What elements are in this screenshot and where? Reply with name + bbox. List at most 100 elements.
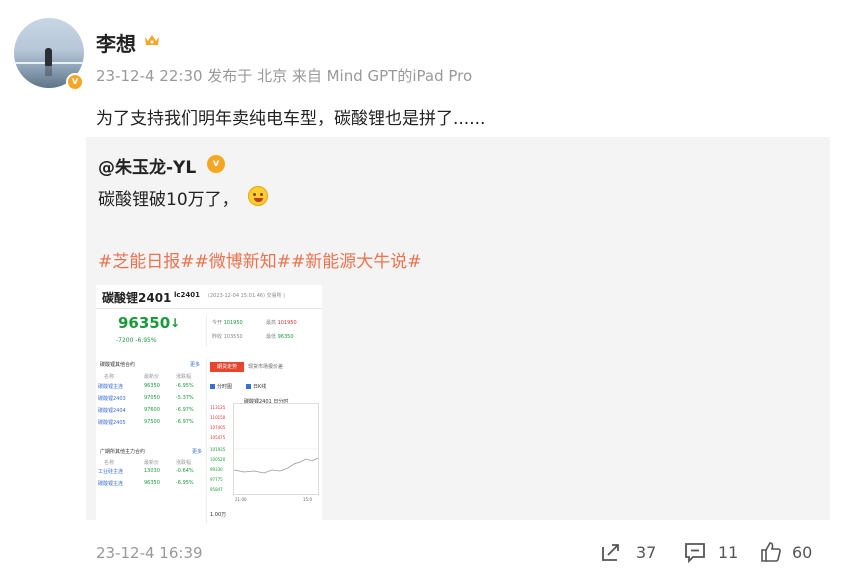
quote-status: 交易所 | xyxy=(266,293,285,299)
last-price: 96350 xyxy=(118,314,171,332)
table-row[interactable]: 工业硅主连 13030 -0.64% xyxy=(96,465,206,477)
section-main-contracts: 广期所其他主力合约 xyxy=(100,449,146,455)
y-tick-label: 101935 xyxy=(210,447,226,452)
column-header: 涨跌幅 xyxy=(176,374,192,380)
contract-change: -6.95% xyxy=(176,480,194,486)
option-daily-k[interactable]: 日K线 xyxy=(246,383,266,390)
quote-stat: 最高 101950 xyxy=(266,319,297,326)
x-label-end: 15:0 xyxy=(303,497,312,502)
column-header: 名称 xyxy=(104,374,115,380)
hashtags[interactable]: #芝能日报##微博新知##新能源大牛说# xyxy=(98,247,421,272)
tab-futures-trend[interactable]: 期货走势 xyxy=(210,362,244,372)
verified-badge-icon: v xyxy=(66,73,84,91)
section-other-contracts: 碳酸锂其他合约 xyxy=(100,362,136,368)
contract-price: 97500 xyxy=(144,419,160,425)
contract-price: 97050 xyxy=(144,395,160,401)
contract-change: -6.97% xyxy=(176,419,194,425)
contract-name: 工业硅主连 xyxy=(98,469,124,475)
grin-emoji-icon xyxy=(248,186,268,206)
contract-price: 13030 xyxy=(144,468,160,474)
weibo-post: v 李想 23-12-4 22:30 发布于 北京 来自 Mind GPT的iP… xyxy=(0,0,852,576)
y-tick-label: 100520 xyxy=(210,457,226,462)
quote-stat: 最低 96350 xyxy=(266,333,294,340)
intraday-chart xyxy=(233,403,319,495)
contract-price: 96350 xyxy=(144,383,160,389)
contract-change: -5.37% xyxy=(176,395,194,401)
stat-key: 昨收 xyxy=(212,334,223,340)
contract-name: 碳酸锂主连 xyxy=(98,481,124,487)
divider xyxy=(206,315,207,347)
x-label-start: 21:00 xyxy=(235,497,247,502)
option-label: 日K线 xyxy=(253,384,267,390)
stat-value: 101950 xyxy=(223,320,243,326)
crown-icon xyxy=(145,35,159,45)
divider xyxy=(96,308,322,309)
comment-count: 11 xyxy=(718,543,739,562)
stat-value: 96350 xyxy=(277,334,294,340)
contract-code: lc2401 xyxy=(174,291,201,299)
author-name[interactable]: 李想 xyxy=(96,28,136,57)
y-tick-label: 105475 xyxy=(210,435,226,440)
down-arrow-icon: ↓ xyxy=(170,316,181,330)
contract-change: -6.95% xyxy=(176,383,194,389)
more-link[interactable]: 更多 xyxy=(192,448,202,455)
y-tick-label: 95847 xyxy=(210,487,223,492)
quote-stat: 昨收 103550 xyxy=(212,333,243,340)
contract-title: 碳酸锂2401 xyxy=(102,291,172,305)
option-label: 分时图 xyxy=(217,384,233,390)
quote-stat: 今开 101950 xyxy=(212,319,243,326)
y-tick-label: 113125 xyxy=(210,405,226,410)
post-text: 为了支持我们明年卖纯电车型，碳酸锂也是拼了...... xyxy=(96,109,486,129)
table-row[interactable]: 碳酸锂2404 97600 -6.97% xyxy=(96,404,206,416)
column-header: 最新价 xyxy=(144,374,160,380)
post-time: 23-12-4 16:39 xyxy=(96,544,203,562)
checkbox-icon xyxy=(210,384,215,389)
y-tick-label: 110150 xyxy=(210,415,226,420)
avatar-figure xyxy=(45,48,52,66)
more-link[interactable]: 更多 xyxy=(190,361,200,368)
stat-value: 101950 xyxy=(277,320,297,326)
comment-button[interactable]: 11 xyxy=(684,540,740,564)
contract-price: 97600 xyxy=(144,407,160,413)
stat-key: 今开 xyxy=(212,320,223,326)
divider xyxy=(206,359,207,524)
stat-key: 最高 xyxy=(266,320,277,326)
volume-label: 1.00万 xyxy=(210,512,227,518)
table-row[interactable]: 碳酸锂主连 96350 -6.95% xyxy=(96,380,206,392)
contract-change: -6.97% xyxy=(176,407,194,413)
reposted-card[interactable]: @朱玉龙-YL v 碳酸锂破10万了， #芝能日报##微博新知##新能源大牛说#… xyxy=(86,137,830,525)
share-icon xyxy=(602,544,619,561)
price-change: -7200 -6.95% xyxy=(116,337,157,344)
y-tick-label: 99330 xyxy=(210,467,223,472)
contract-name: 碳酸锂2403 xyxy=(98,396,126,402)
like-button[interactable]: 60 xyxy=(760,540,820,564)
contract-name: 碳酸锂主连 xyxy=(98,384,124,390)
contract-price: 96350 xyxy=(144,480,160,486)
repost-button[interactable]: 37 xyxy=(600,540,662,564)
price-line xyxy=(233,448,319,474)
stat-key: 最低 xyxy=(266,334,277,340)
stat-value: 103550 xyxy=(223,334,243,340)
checkbox-icon xyxy=(246,384,251,389)
quote-time: (2023-12-04 15:01:46) 交易所 | xyxy=(208,292,285,299)
contract-change: -0.64% xyxy=(176,468,194,474)
post-meta: 23-12-4 22:30 发布于 北京 来自 Mind GPT的iPad Pr… xyxy=(96,67,473,85)
thumbs-up-icon xyxy=(761,542,781,562)
table-row[interactable]: 碳酸锂主连 96350 -6.95% xyxy=(96,477,206,489)
avatar-reflection xyxy=(45,66,52,76)
y-tick-label: 107405 xyxy=(210,425,226,430)
table-row[interactable]: 碳酸锂2405 97500 -6.97% xyxy=(96,416,206,428)
comment-icon xyxy=(685,543,705,563)
tab-spot-quote[interactable]: 现货市场报价差 xyxy=(248,362,283,372)
option-intraday[interactable]: 分时图 xyxy=(210,383,232,390)
quote-date: (2023-12-04 15:01:46) xyxy=(208,293,266,299)
attached-image[interactable]: 碳酸锂2401 lc2401 (2023-12-04 15:01:46) 交易所… xyxy=(96,285,322,525)
table-row[interactable]: 碳酸锂2403 97050 -5.37% xyxy=(96,392,206,404)
repost-count: 37 xyxy=(636,543,657,562)
contract-name: 碳酸锂2404 xyxy=(98,408,126,414)
verified-badge-icon: v xyxy=(207,155,225,173)
like-count: 60 xyxy=(792,543,813,562)
y-tick-label: 97775 xyxy=(210,477,223,482)
contract-name: 碳酸锂2405 xyxy=(98,420,126,426)
reposted-author[interactable]: @朱玉龙-YL xyxy=(98,153,196,178)
